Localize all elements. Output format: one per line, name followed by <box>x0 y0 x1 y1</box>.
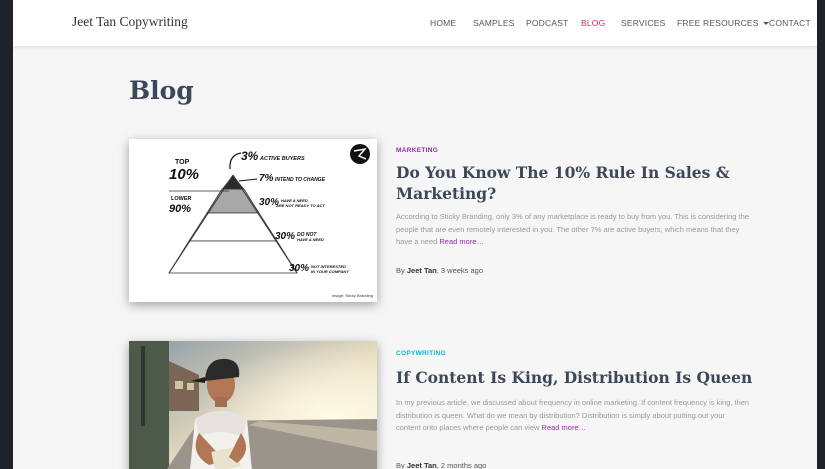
top-navbar: Jeet Tan Copywriting HOME SAMPLES PODCAS… <box>13 0 817 46</box>
tier4-text-b: HAVE A NEED <box>297 237 324 242</box>
post-2-by: By <box>396 461 405 469</box>
post-2-read-more-link[interactable]: Read more… <box>542 423 587 432</box>
man-writing-photo <box>129 341 377 469</box>
post-1-excerpt: According to Sticky Branding, only 3% of… <box>396 211 751 249</box>
site-brand-link[interactable]: Jeet Tan Copywriting <box>72 14 188 30</box>
post-2-image[interactable] <box>129 341 377 469</box>
post-2-byline: By Jeet Tan, 2 months ago <box>396 461 486 469</box>
post-2-excerpt: In my previous article, we discussed abo… <box>396 397 751 435</box>
image-credit: Image: Sticky Branding <box>332 293 373 298</box>
tier2-value: 7% <box>259 173 274 184</box>
tier1-value: 3% <box>241 149 259 163</box>
post-1-time: , 3 weeks ago <box>436 266 484 275</box>
nav-free-resources-label: FREE RESOURCES <box>677 18 759 28</box>
post-1-title[interactable]: Do You Know The 10% Rule In Sales & Mark… <box>396 162 756 204</box>
top-label: TOP <box>175 159 190 166</box>
post-1-byline: By Jeet Tan, 3 weeks ago <box>396 266 483 275</box>
lower-value: 90% <box>169 203 191 215</box>
post-2-time: , 2 months ago <box>436 461 487 469</box>
tier3-text-b: ARE NOT READY TO ACT <box>275 203 325 208</box>
sales-pyramid-illustration: TOP 10% LOWER 90% 3% ACTIVE BUYERS 7% IN… <box>129 139 377 302</box>
tier4-value: 30% <box>275 231 295 242</box>
nav-home[interactable]: HOME <box>430 18 456 28</box>
post-1-category[interactable]: MARKETING <box>396 147 438 154</box>
top-value: 10% <box>169 166 199 183</box>
pyramid-tier-5 <box>168 240 298 274</box>
tier1-text: ACTIVE BUYERS <box>259 156 305 162</box>
lower-label: LOWER <box>171 196 191 202</box>
page-title: Blog <box>129 76 194 105</box>
nav-free-resources[interactable]: FREE RESOURCES <box>677 18 769 28</box>
nav-contact[interactable]: CONTACT <box>769 18 811 28</box>
nav-podcast[interactable]: PODCAST <box>526 18 569 28</box>
caret-down-icon <box>762 22 769 25</box>
tier5-text-b: IN YOUR COMPANY <box>311 269 349 274</box>
nav-samples[interactable]: SAMPLES <box>473 18 515 28</box>
post-1-image[interactable]: TOP 10% LOWER 90% 3% ACTIVE BUYERS 7% IN… <box>129 139 377 302</box>
post-2-author-link[interactable]: Jeet Tan <box>407 461 437 469</box>
browser-viewport: Jeet Tan Copywriting HOME SAMPLES PODCAS… <box>13 0 817 469</box>
tier2-text: INTEND TO CHANGE <box>275 177 326 183</box>
post-2-category[interactable]: COPYWRITING <box>396 350 446 357</box>
post-2-title[interactable]: If Content Is King, Distribution Is Quee… <box>396 367 756 388</box>
post-1-read-more-link[interactable]: Read more… <box>439 237 484 246</box>
nav-blog[interactable]: BLOG <box>581 18 605 28</box>
nav-services[interactable]: SERVICES <box>621 18 665 28</box>
tier5-value: 30% <box>289 263 309 274</box>
post-1-by: By <box>396 266 405 275</box>
post-1-author-link[interactable]: Jeet Tan <box>407 266 437 275</box>
